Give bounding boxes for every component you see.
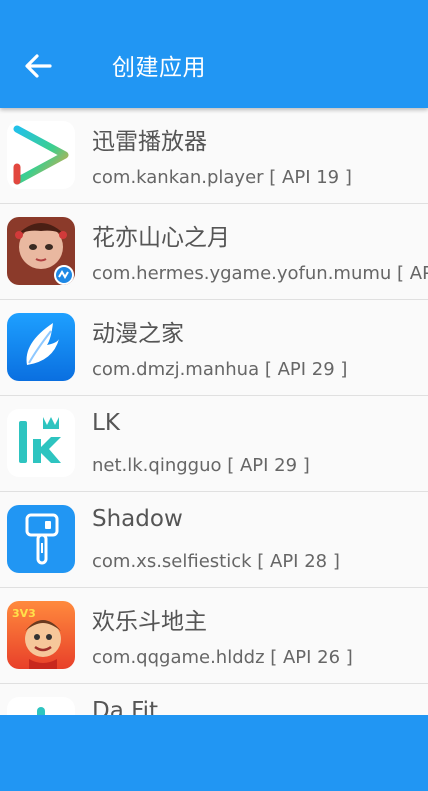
app-bar: 创建应用: [0, 0, 428, 108]
app-package: com.hermes.ygame.yofun.mumu [ AP: [92, 263, 428, 284]
arrow-left-icon: [23, 51, 53, 85]
list-item[interactable]: 3V3 欢乐斗地主 com.qqgame.hlddz [ API 26 ]: [0, 588, 428, 684]
app-name: Shadow: [92, 506, 183, 532]
bottom-bar: [0, 715, 428, 791]
back-button[interactable]: [18, 48, 58, 88]
app-package: com.dmzj.manhua [ API 29 ]: [92, 359, 348, 380]
selfie-stick-icon: [7, 505, 75, 573]
app-package: com.qqgame.hlddz [ API 26 ]: [92, 647, 353, 668]
svg-text:3V3: 3V3: [12, 607, 36, 620]
game-character-icon: [7, 217, 75, 285]
list-item[interactable]: 花亦山心之月 com.hermes.ygame.yofun.mumu [ AP: [0, 204, 428, 300]
app-package: com.xs.selfiestick [ API 28 ]: [92, 551, 340, 572]
dafit-icon: [7, 697, 75, 715]
list-item[interactable]: LK net.lk.qingguo [ API 29 ]: [0, 396, 428, 492]
app-package: net.lk.qingguo [ API 29 ]: [92, 455, 310, 476]
app-name: Da Fit: [92, 698, 159, 715]
lk-logo-icon: [7, 409, 75, 477]
play-triangle-icon: [7, 121, 75, 189]
app-list[interactable]: 迅雷播放器 com.kankan.player [ API 19 ] 花亦山心之…: [0, 108, 428, 715]
app-package: com.kankan.player [ API 19 ]: [92, 167, 352, 188]
app-name: 动漫之家: [92, 321, 184, 347]
list-item[interactable]: Shadow com.xs.selfiestick [ API 28 ]: [0, 492, 428, 588]
app-name: 欢乐斗地主: [92, 609, 207, 635]
app-name: 花亦山心之月: [92, 225, 230, 251]
list-item[interactable]: 动漫之家 com.dmzj.manhua [ API 29 ]: [0, 300, 428, 396]
list-item[interactable]: Da Fit: [0, 684, 428, 715]
wing-icon: [7, 313, 75, 381]
app-name: LK: [92, 410, 120, 436]
page-title: 创建应用: [112, 55, 206, 81]
list-item[interactable]: 迅雷播放器 com.kankan.player [ API 19 ]: [0, 108, 428, 204]
landlord-game-icon: 3V3: [7, 601, 75, 669]
app-name: 迅雷播放器: [92, 129, 207, 155]
